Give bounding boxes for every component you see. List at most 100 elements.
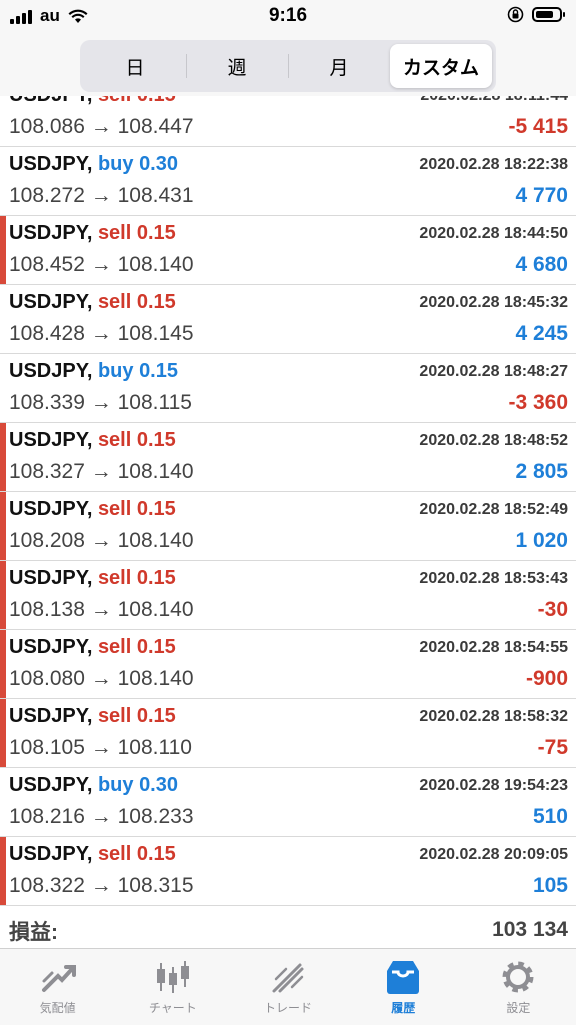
arrow-icon: →: [90, 253, 112, 276]
trade-profit: -30: [537, 598, 568, 621]
trade-row[interactable]: USDJPY, sell 0.15 2020.02.28 18:48:52 108.…: [0, 423, 576, 492]
trade-profit: 510: [532, 805, 568, 828]
period-tab-0[interactable]: 日: [84, 44, 186, 88]
trade-title: USDJPY, sell 0.15: [9, 705, 176, 728]
trade-time: 2020.02.28 18:52:49: [419, 501, 568, 518]
trade-row[interactable]: USDJPY, sell 0.15 2020.02.28 18:45:32 108.…: [0, 285, 576, 354]
quotes-icon: [41, 965, 76, 992]
trade-symbol: USDJPY,: [9, 567, 93, 589]
trade-prices: 108.138 → 108.140: [9, 598, 194, 622]
history-list-content: USDJPY, sell 0.15 2020.02.28 18:11:44 108.…: [0, 96, 576, 906]
trade-side: sell: [97, 498, 132, 520]
trade-side: sell: [97, 705, 132, 727]
trade-symbol: USDJPY,: [9, 291, 93, 313]
open-price: 108.339: [9, 391, 85, 414]
trade-symbol: USDJPY,: [9, 429, 93, 451]
arrow-icon: →: [90, 391, 112, 414]
trade-time: 2020.02.28 18:54:55: [419, 639, 568, 656]
tab-trade[interactable]: トレード: [230, 949, 345, 1025]
trade-symbol: USDJPY,: [9, 843, 93, 865]
trade-row[interactable]: USDJPY, buy 0.30 2020.02.28 18:22:38 108.2…: [0, 147, 576, 216]
trade-profit: -75: [537, 736, 568, 759]
open-price: 108.086: [9, 115, 85, 138]
close-price: 108.115: [117, 391, 192, 414]
trade-prices: 108.452 → 108.140: [9, 253, 194, 277]
close-price: 108.140: [117, 529, 194, 552]
trade-row[interactable]: USDJPY, buy 0.30 2020.02.28 19:54:23 108.2…: [0, 768, 576, 837]
tab-label: 設定: [506, 1001, 531, 1015]
trade-prices: 108.322 → 108.315: [9, 874, 194, 898]
trade-symbol: USDJPY,: [9, 96, 92, 106]
close-price: 108.431: [117, 184, 194, 207]
history-list[interactable]: USDJPY, sell 0.15 2020.02.28 18:11:44 108.…: [0, 96, 576, 908]
tab-label: 気配値: [39, 1001, 76, 1015]
open-price: 108.080: [9, 667, 85, 690]
trade-symbol: USDJPY,: [9, 705, 93, 727]
arrow-icon: →: [90, 598, 112, 621]
trade-row[interactable]: USDJPY, sell 0.15 2020.02.28 18:11:44 108.…: [0, 96, 576, 147]
close-price: 108.140: [117, 598, 194, 621]
tab-quotes[interactable]: 気配値: [0, 949, 115, 1025]
trade-symbol: USDJPY,: [9, 360, 93, 382]
tab-history[interactable]: 履歴: [346, 949, 461, 1025]
close-price: 108.140: [117, 253, 194, 276]
trade-volume: 0.15: [139, 360, 178, 382]
arrow-icon: →: [90, 322, 112, 345]
trade-row[interactable]: USDJPY, sell 0.15 2020.02.28 18:54:55 108.…: [0, 630, 576, 699]
trade-title: USDJPY, sell 0.15: [9, 567, 176, 590]
settings-icon: [502, 961, 534, 993]
period-tab-1[interactable]: 週: [186, 44, 288, 88]
tab-bar: 気配値 チャート トレード 履歴 設定: [0, 948, 576, 1025]
close-price: 108.447: [117, 115, 194, 138]
trade-volume: 0.15: [136, 567, 176, 589]
period-tab-2[interactable]: 月: [288, 44, 390, 88]
trade-time: 2020.02.28 18:11:44: [420, 96, 568, 105]
arrow-icon: →: [90, 874, 112, 897]
period-tab-3[interactable]: カスタム: [390, 44, 492, 88]
close-price: 108.140: [117, 667, 194, 690]
tab-chart[interactable]: チャート: [115, 949, 230, 1025]
trade-side: sell: [97, 222, 132, 244]
trade-row[interactable]: USDJPY, buy 0.15 2020.02.28 18:48:27 108.3…: [0, 354, 576, 423]
trade-row[interactable]: USDJPY, sell 0.15 2020.02.28 18:52:49 108.…: [0, 492, 576, 561]
trade-side: sell: [97, 291, 132, 313]
close-price: 108.110: [117, 736, 192, 759]
trade-title: USDJPY, sell 0.15: [9, 429, 176, 452]
open-price: 108.105: [9, 736, 85, 759]
trade-profit: -3 360: [508, 391, 568, 414]
open-price: 108.322: [9, 874, 85, 897]
arrow-icon: →: [90, 184, 112, 207]
trade-title: USDJPY, sell 0.15: [9, 222, 176, 245]
tab-settings[interactable]: 設定: [461, 949, 576, 1025]
trade-volume: 0.30: [139, 153, 178, 175]
trade-title: USDJPY, sell 0.15: [9, 498, 176, 521]
close-price: 108.233: [117, 805, 194, 828]
trade-prices: 108.272 → 108.431: [9, 184, 194, 208]
arrow-icon: →: [90, 667, 112, 690]
trade-profit: 2 805: [515, 460, 568, 483]
clock: 9:16: [268, 5, 308, 26]
trade-time: 2020.02.28 20:09:05: [419, 846, 568, 863]
trade-row[interactable]: USDJPY, sell 0.15 2020.02.28 18:58:32 108.…: [0, 699, 576, 768]
arrow-icon: →: [90, 115, 112, 138]
trade-profit: -900: [525, 667, 568, 690]
trade-row[interactable]: USDJPY, sell 0.15 2020.02.28 20:09:05 108.…: [0, 837, 576, 906]
trade-icon: [272, 963, 304, 993]
total-label: 損益:: [9, 921, 58, 944]
history-icon: [387, 961, 420, 994]
trade-row[interactable]: USDJPY, sell 0.15 2020.02.28 18:44:50 108.…: [0, 216, 576, 285]
open-price: 108.327: [9, 460, 85, 483]
trade-side: sell: [98, 96, 131, 106]
trade-volume: 0.15: [136, 222, 176, 244]
trade-profit: 105: [532, 874, 568, 897]
trade-volume: 0.30: [139, 774, 178, 796]
trade-symbol: USDJPY,: [9, 222, 93, 244]
trade-row[interactable]: USDJPY, sell 0.15 2020.02.28 18:53:43 108.…: [0, 561, 576, 630]
trade-side: sell: [97, 567, 132, 589]
arrow-icon: →: [90, 529, 112, 552]
trade-time: 2020.02.28 18:45:32: [419, 294, 568, 311]
trade-prices: 108.216 → 108.233: [9, 805, 194, 829]
trade-time: 2020.02.28 18:58:32: [419, 708, 568, 725]
open-price: 108.452: [9, 253, 85, 276]
trade-side: sell: [97, 636, 132, 658]
